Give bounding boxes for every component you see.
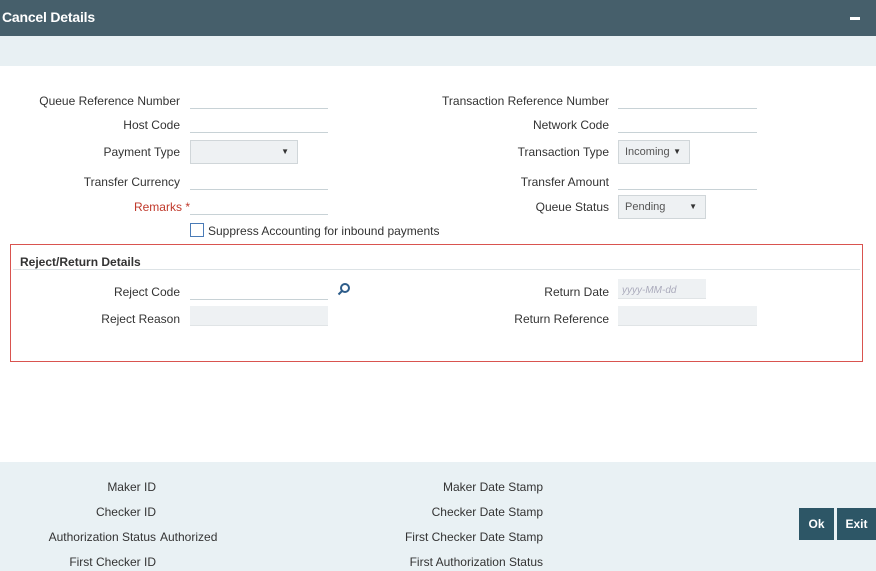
transaction-reference-number-input[interactable] — [618, 89, 757, 109]
authorization-status-value: Authorized — [160, 530, 218, 544]
exit-button[interactable]: Exit — [837, 508, 876, 540]
queue-reference-number-label: Queue Reference Number — [39, 94, 180, 108]
search-icon[interactable] — [337, 282, 351, 296]
return-reference-input[interactable] — [618, 306, 757, 326]
reject-code-input[interactable] — [190, 280, 328, 300]
remarks-label: Remarks * — [133, 200, 190, 214]
queue-status-select[interactable]: Pending ▼ — [618, 195, 706, 219]
reject-return-legend: Reject/Return Details — [20, 255, 141, 269]
payment-type-label: Payment Type — [103, 145, 181, 159]
host-code-label: Host Code — [123, 118, 180, 132]
header-band — [0, 36, 876, 66]
checker-date-stamp-label: Checker Date Stamp — [431, 505, 543, 519]
maker-date-stamp-label: Maker Date Stamp — [442, 480, 543, 494]
payment-type-select[interactable]: ▼ — [190, 140, 298, 164]
checker-id-label: Checker ID — [95, 505, 156, 519]
remarks-input[interactable] — [190, 195, 328, 215]
transaction-reference-number-label: Transaction Reference Number — [442, 94, 609, 108]
network-code-input[interactable] — [618, 113, 757, 133]
ok-button[interactable]: Ok — [799, 508, 834, 540]
chevron-down-icon: ▼ — [673, 147, 681, 156]
transfer-currency-label: Transfer Currency — [83, 175, 180, 189]
transfer-currency-input[interactable] — [190, 170, 328, 190]
network-code-label: Network Code — [532, 118, 609, 132]
queue-status-label: Queue Status — [535, 200, 609, 214]
first-checker-id-label: First Checker ID — [69, 555, 156, 569]
transfer-amount-input[interactable] — [618, 170, 757, 190]
suppress-accounting-label[interactable]: Suppress Accounting for inbound payments — [208, 224, 439, 238]
transfer-amount-label: Transfer Amount — [520, 175, 609, 189]
queue-status-value: Pending — [625, 201, 666, 213]
transaction-type-select[interactable]: Incoming ▼ — [618, 140, 690, 164]
maker-id-label: Maker ID — [107, 480, 156, 494]
reject-reason-label: Reject Reason — [101, 312, 180, 326]
transaction-type-label: Transaction Type — [517, 145, 609, 159]
window-title: Cancel Details — [2, 9, 95, 25]
minimize-icon[interactable] — [850, 17, 860, 20]
window-titlebar: Cancel Details — [0, 0, 876, 36]
queue-reference-number-input[interactable] — [190, 89, 328, 109]
chevron-down-icon: ▼ — [281, 147, 289, 156]
return-date-label: Return Date — [544, 285, 609, 299]
chevron-down-icon: ▼ — [689, 202, 697, 211]
transaction-type-value: Incoming — [625, 146, 670, 158]
first-checker-date-stamp-label: First Checker Date Stamp — [404, 530, 543, 544]
return-reference-label: Return Reference — [514, 312, 609, 326]
section-divider — [13, 269, 860, 270]
authorization-status-label: Authorization Status — [48, 530, 156, 544]
first-authorization-status-label: First Authorization Status — [409, 555, 543, 569]
suppress-accounting-checkbox[interactable] — [190, 223, 204, 237]
reject-reason-input[interactable] — [190, 306, 328, 326]
reject-code-label: Reject Code — [113, 285, 180, 299]
return-date-input[interactable] — [618, 279, 706, 299]
host-code-input[interactable] — [190, 113, 328, 133]
